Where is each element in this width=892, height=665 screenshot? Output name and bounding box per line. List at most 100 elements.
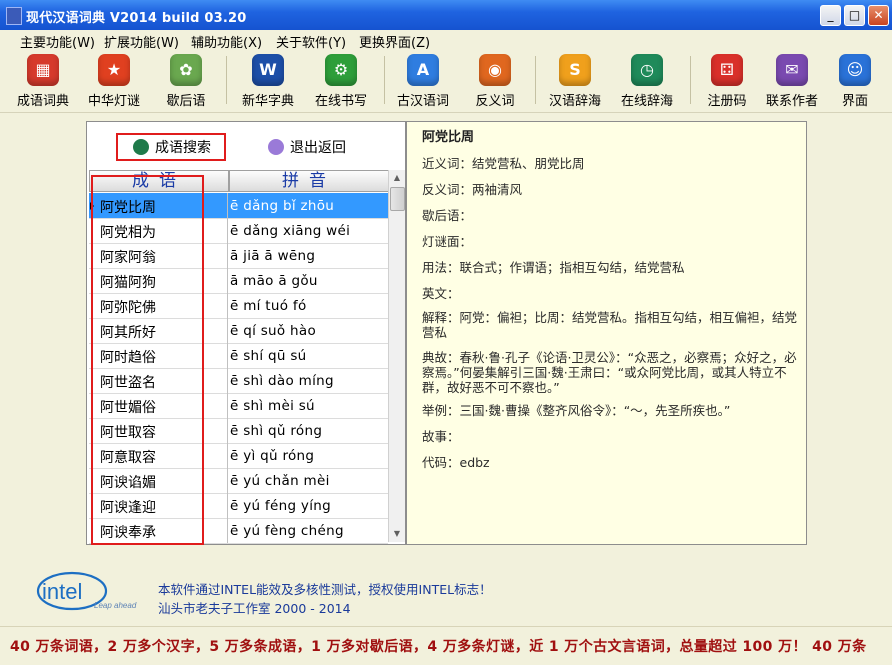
list-item[interactable]: 阿意取容 ē yì qǔ róng [89, 443, 388, 469]
scroll-up-icon[interactable]: ▲ [389, 170, 405, 186]
app-book-icon [6, 7, 22, 25]
detail-allusion: 典故：春秋·鲁·孔子《论语·卫灵公》：“众恶之，必察焉；众好之，必察焉。”何晏集… [422, 350, 797, 395]
menu-bar: 主要功能(W) 扩展功能(W) 辅助功能(X) 关于软件(Y) 更换界面(Z) [0, 30, 892, 51]
rss-icon: ◉ [479, 54, 511, 86]
list-item[interactable]: 阿世盗名 ē shì dào míng [89, 368, 388, 394]
tool-xinhua-dictionary[interactable]: W 新华字典 [237, 54, 299, 109]
list-item[interactable]: 阿家阿翁 ā jiā ā wēng [89, 243, 388, 269]
tool-label: 联系作者 [765, 94, 818, 109]
idiom-text: 阿猫阿狗 [100, 275, 156, 291]
idiom-text: 阿党相为 [100, 225, 156, 241]
idiom-detail-panel: 阿党比周 近义词：结党营私、朋党比周 反义词：两袖清风 歇后语： 灯谜面： 用法… [406, 121, 807, 545]
tool-interface[interactable]: ☺ 界面 [824, 54, 886, 109]
tool-label: 古汉语词 [396, 94, 449, 109]
list-item[interactable]: 阿谀奉承 ē yú fèng chéng [89, 518, 388, 544]
tool-label: 成语词典 [16, 94, 69, 109]
idiom-text: 阿世取容 [100, 425, 156, 441]
menu-assist[interactable]: 辅助功能(X) [191, 32, 262, 51]
list-item[interactable]: 阿猫阿狗 ā māo ā gǒu [89, 268, 388, 294]
pinyin-text: ā māo ā gǒu [230, 273, 318, 289]
idiom-text: 阿家阿翁 [100, 250, 156, 266]
column-divider [227, 493, 228, 518]
column-divider [227, 268, 228, 293]
column-divider [227, 293, 228, 318]
minimize-button[interactable]: _ [820, 5, 841, 26]
dice-icon: ⚃ [711, 54, 743, 86]
idiom-search-label: 成语搜索 [155, 140, 211, 156]
list-item[interactable]: 阿其所好 ē qí suǒ hào [89, 318, 388, 344]
title-bar[interactable]: 现代汉语词典 V2014 build 03.20 _ □ ✕ [0, 0, 892, 30]
tool-chinese-cihai[interactable]: S 汉语辞海 [544, 54, 606, 109]
toolbar-separator [535, 56, 536, 104]
maximize-button[interactable]: □ [844, 5, 865, 26]
idiom-search-button[interactable]: 成语搜索 [133, 137, 211, 157]
pinyin-text: ē yú chǎn mèi [230, 473, 330, 489]
scroll-down-icon[interactable]: ▼ [389, 526, 405, 542]
tool-antonyms[interactable]: ◉ 反义词 [464, 54, 526, 109]
menu-main[interactable]: 主要功能(W) [20, 32, 95, 51]
pinyin-text: ē yú féng yíng [230, 498, 331, 514]
list-item[interactable]: 阿弥陀佛 ē mí tuó fó [89, 293, 388, 319]
tool-online-cihai[interactable]: ◷ 在线辞海 [616, 54, 678, 109]
column-header-idiom[interactable]: 成语 [89, 170, 229, 192]
list-item[interactable]: 阿党相为 ē dǎng xiāng wéi [89, 218, 388, 244]
idiom-text: 阿其所好 [100, 325, 156, 341]
detail-story: 故事： [422, 429, 460, 444]
pinyin-text: ē shì mèi sú [230, 398, 315, 414]
column-divider [227, 518, 228, 543]
menu-about[interactable]: 关于软件(Y) [276, 32, 346, 51]
column-header-pinyin[interactable]: 拼音 [229, 170, 389, 192]
idiom-text: 阿时趋俗 [100, 350, 156, 366]
tool-idiom-dictionary[interactable]: ▦ 成语词典 [12, 54, 74, 109]
idiom-text: 阿弥陀佛 [100, 300, 156, 316]
list-item[interactable]: 阿世媚俗 ē shì mèi sú [89, 393, 388, 419]
list-item[interactable]: 阿时趋俗 ē shí qū sú [89, 343, 388, 369]
menu-skin[interactable]: 更换界面(Z) [359, 32, 430, 51]
pinyin-text: ē yú fèng chéng [230, 523, 344, 539]
window-title: 现代汉语词典 V2014 build 03.20 [26, 11, 247, 26]
detail-synonyms: 近义词：结党营私、朋党比周 [422, 156, 585, 171]
idiom-text: 阿谀逢迎 [100, 500, 156, 516]
down-arrow-icon [268, 139, 284, 155]
tool-contact-author[interactable]: ✉ 联系作者 [761, 54, 823, 109]
intel-logo: intel Leap ahead [36, 571, 137, 611]
close-button[interactable]: ✕ [868, 5, 889, 26]
list-item[interactable]: 阿世取容 ē shì qǔ róng [89, 418, 388, 444]
ticker-text: 40 万条词语，2 万多个汉字，5 万多条成语，1 万多对歇后语，4 万多条灯谜… [10, 639, 867, 655]
idiom-text: 阿世盗名 [100, 375, 156, 391]
detail-xiehouyu: 歇后语： [422, 208, 473, 223]
pinyin-text: ē shì dào míng [230, 373, 334, 389]
s-icon: S [559, 54, 591, 86]
row-indicator-icon [90, 202, 94, 210]
pinyin-text: ē mí tuó fó [230, 298, 307, 314]
list-item[interactable]: 阿党比周 ē dǎng bǐ zhōu [89, 193, 388, 219]
idiom-text: 阿党比周 [100, 200, 156, 216]
list-scrollbar[interactable]: ▲ ▼ [388, 170, 405, 542]
gear-write-icon: ⚙ [325, 54, 357, 86]
finder-face-icon: ☺ [839, 54, 871, 86]
menu-extend[interactable]: 扩展功能(W) [104, 32, 179, 51]
idiom-text: 阿世媚俗 [100, 400, 156, 416]
tool-label: 注册码 [707, 94, 747, 109]
star-icon: ★ [98, 54, 130, 86]
tool-label: 中华灯谜 [87, 94, 140, 109]
column-divider [227, 218, 228, 243]
tool-classical-words[interactable]: A 古汉语词 [392, 54, 454, 109]
tool-xiehouyu[interactable]: ✿ 歇后语 [155, 54, 217, 109]
column-divider [227, 418, 228, 443]
list-item[interactable]: 阿谀谄媚 ē yú chǎn mèi [89, 468, 388, 494]
detail-riddle: 灯谜面： [422, 234, 473, 249]
toolbar-separator [384, 56, 385, 104]
tool-register-code[interactable]: ⚃ 注册码 [696, 54, 758, 109]
w-dictionary-icon: W [252, 54, 284, 86]
tool-online-writing[interactable]: ⚙ 在线书写 [310, 54, 372, 109]
exit-back-button[interactable]: 退出返回 [268, 137, 346, 157]
tool-lantern-riddles[interactable]: ★ 中华灯谜 [83, 54, 145, 109]
scroll-thumb[interactable] [390, 187, 405, 211]
grid-book-icon: ▦ [27, 54, 59, 86]
detail-antonyms: 反义词：两袖清风 [422, 182, 523, 197]
footer-certification: 本软件通过INTEL能效及多核性测试，授权使用INTEL标志！ [158, 582, 492, 597]
list-item[interactable]: 阿谀逢迎 ē yú féng yíng [89, 493, 388, 519]
idiom-text: 阿谀谄媚 [100, 475, 156, 491]
detail-example: 举例：三国·魏·曹操《整齐风俗令》：“～，先圣所疾也。” [422, 403, 731, 418]
